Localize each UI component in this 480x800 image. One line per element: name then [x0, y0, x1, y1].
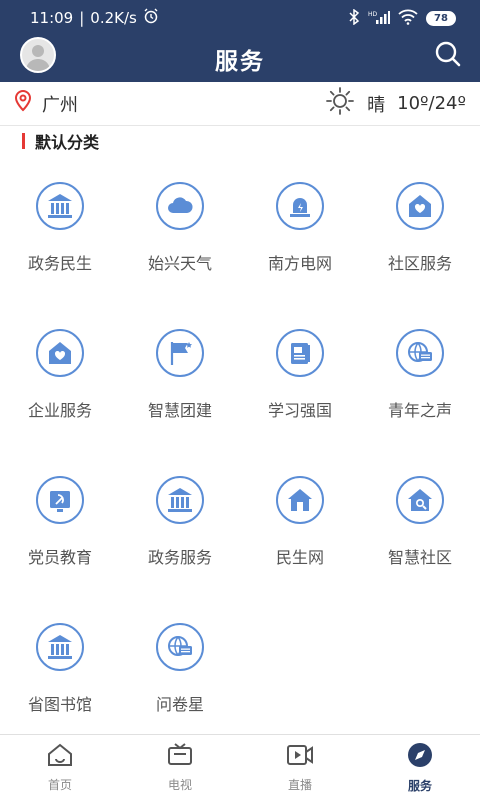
flag-icon: [156, 329, 204, 377]
sun-icon: [325, 86, 355, 121]
bottom-tab-bar: 首页 电视 直播 服务: [0, 734, 480, 800]
party-emblem-icon: [36, 476, 84, 524]
service-label: 企业服务: [27, 401, 92, 420]
cloud-icon: [156, 182, 204, 230]
tab-label: 服务: [407, 778, 432, 793]
battery-indicator: 78: [426, 10, 456, 26]
compass-icon: [407, 742, 433, 771]
tab-home[interactable]: 首页: [0, 735, 120, 800]
weather-info: 晴 10º/24º: [325, 86, 466, 121]
globe-chat-icon: [396, 329, 444, 377]
service-label: 社区服务: [387, 254, 452, 273]
service-item[interactable]: 始兴天气: [120, 182, 240, 329]
house-icon: [276, 476, 324, 524]
service-label: 省图书馆: [27, 695, 92, 714]
service-item[interactable]: 党员教育: [0, 476, 120, 623]
section-header: 默认分类: [22, 130, 99, 152]
section-title: 默认分类: [35, 133, 100, 152]
book-icon: [276, 329, 324, 377]
service-label: 始兴天气: [147, 254, 212, 273]
location-selector[interactable]: 广州: [14, 89, 78, 117]
service-label: 民生网: [275, 548, 324, 567]
service-grid: 政务民生 始兴天气 南方电网 社区服务 企业服务 智慧团建 学习强国 青年之声 …: [0, 182, 480, 770]
service-label: 政务服务: [147, 548, 212, 567]
status-time: 11:09: [30, 9, 74, 27]
service-label: 党员教育: [27, 548, 92, 567]
service-item[interactable]: 企业服务: [0, 329, 120, 476]
service-item[interactable]: 政务民生: [0, 182, 120, 329]
bluetooth-icon: [348, 8, 360, 28]
service-item[interactable]: 南方电网: [240, 182, 360, 329]
service-item[interactable]: 青年之声: [360, 329, 480, 476]
library-building-icon: [36, 623, 84, 671]
section-marker: [22, 133, 25, 149]
tab-live[interactable]: 直播: [240, 735, 360, 800]
globe-chat-icon: [156, 623, 204, 671]
service-item[interactable]: 智慧社区: [360, 476, 480, 623]
service-item[interactable]: 学习强国: [240, 329, 360, 476]
service-item[interactable]: 社区服务: [360, 182, 480, 329]
service-label: 政务民生: [27, 254, 92, 273]
temperature-range: 10º/24º: [397, 93, 466, 114]
community-home-icon: [396, 182, 444, 230]
government-building-icon: [156, 476, 204, 524]
tab-label: 直播: [287, 777, 312, 792]
search-icon: [434, 41, 462, 72]
app-header: 11:09 | 0.2K/s HD 78 服务: [0, 0, 480, 82]
status-bar: 11:09 | 0.2K/s HD 78: [0, 0, 480, 36]
location-weather-bar: 广州 晴 10º/24º: [0, 82, 480, 126]
service-label: 智慧团建: [147, 401, 212, 420]
service-item[interactable]: 民生网: [240, 476, 360, 623]
live-video-icon: [286, 743, 314, 770]
tab-label: 首页: [47, 777, 72, 792]
svg-text:HD: HD: [368, 11, 378, 18]
government-building-icon: [36, 182, 84, 230]
service-label: 问卷星: [155, 695, 204, 714]
house-search-icon: [396, 476, 444, 524]
status-network-speed: 0.2K/s: [90, 9, 137, 27]
location-pin-icon: [14, 89, 32, 117]
tab-service[interactable]: 服务: [360, 735, 480, 800]
service-item[interactable]: 智慧团建: [120, 329, 240, 476]
alarm-clock-icon: [143, 8, 159, 28]
service-label: 智慧社区: [387, 548, 452, 567]
tab-label: 电视: [167, 777, 192, 792]
alarm-light-icon: [276, 182, 324, 230]
service-label: 学习强国: [267, 401, 332, 420]
page-title: 服务: [215, 49, 265, 75]
service-label: 青年之声: [387, 401, 452, 420]
home-icon: [47, 743, 73, 770]
wifi-icon: [398, 9, 418, 28]
tab-tv[interactable]: 电视: [120, 735, 240, 800]
search-button[interactable]: [434, 40, 462, 68]
tv-icon: [167, 742, 193, 770]
weather-condition: 晴: [367, 94, 386, 116]
enterprise-home-icon: [36, 329, 84, 377]
service-item[interactable]: 政务服务: [120, 476, 240, 623]
service-label: 南方电网: [267, 254, 332, 273]
signal-icon: HD: [368, 9, 390, 28]
city-name: 广州: [42, 94, 78, 116]
